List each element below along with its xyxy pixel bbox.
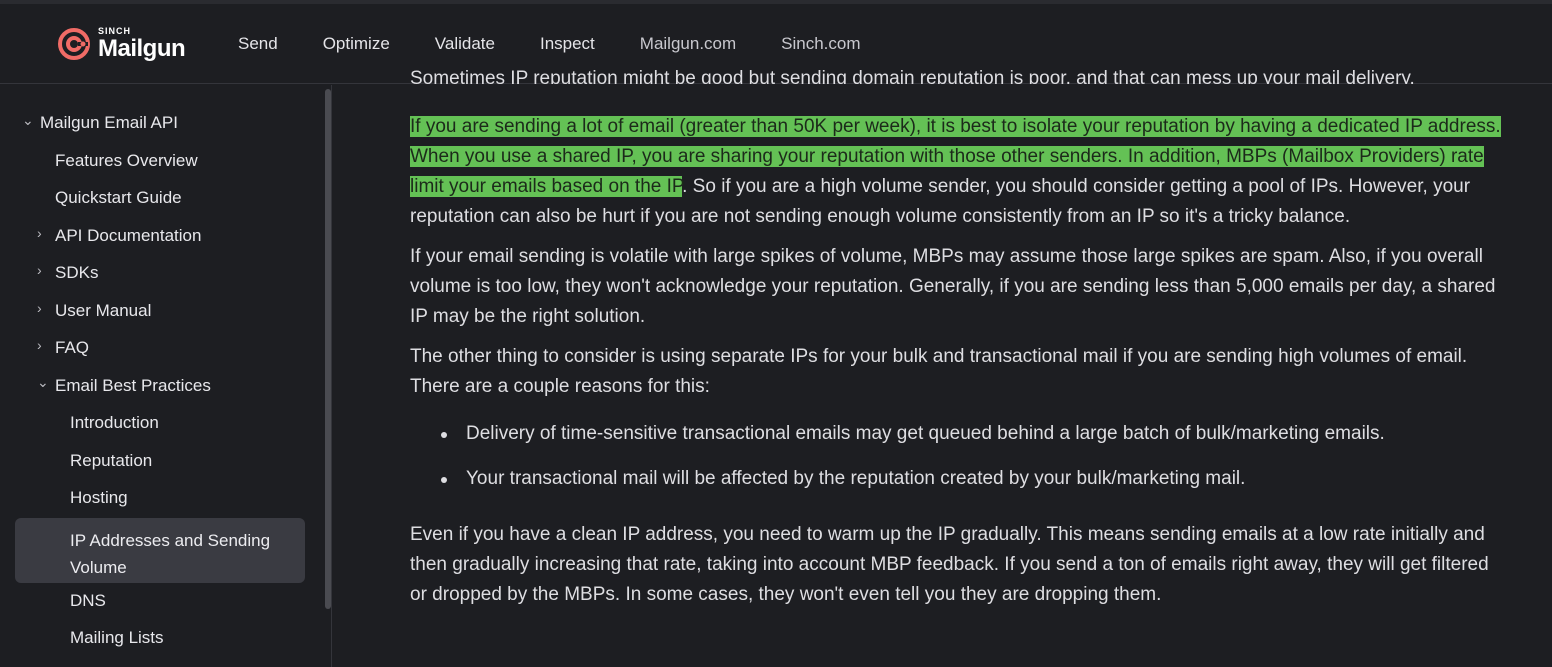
sidebar-item-introduction[interactable]: Introduction xyxy=(70,413,159,433)
nav-send[interactable]: Send xyxy=(238,34,278,54)
sidebar-item-hosting[interactable]: Hosting xyxy=(70,488,128,508)
paragraph-dedicated-ip: If you are sending a lot of email (great… xyxy=(410,112,1510,232)
mailgun-logo[interactable]: SINCH Mailgun xyxy=(56,24,186,64)
sidebar-item-reputation[interactable]: Reputation xyxy=(70,451,152,471)
list-item: Your transactional mail will be affected… xyxy=(441,464,1510,494)
nav-sinch-com[interactable]: Sinch.com xyxy=(781,34,860,54)
chevron-right-icon[interactable]: › xyxy=(37,337,42,353)
nav-inspect[interactable]: Inspect xyxy=(540,34,595,54)
paragraph-warm-up: Even if you have a clean IP address, you… xyxy=(410,524,1489,605)
chevron-right-icon[interactable]: › xyxy=(37,225,42,241)
chevron-right-icon[interactable]: › xyxy=(37,262,42,278)
sidebar-item-sdks[interactable]: SDKs xyxy=(55,263,98,283)
nav-mailgun-com[interactable]: Mailgun.com xyxy=(640,34,736,54)
nav-optimize[interactable]: Optimize xyxy=(323,34,390,54)
mailgun-logo-icon xyxy=(58,28,90,60)
chevron-down-icon[interactable]: ⌄ xyxy=(37,374,49,391)
sidebar-item-quickstart-guide[interactable]: Quickstart Guide xyxy=(55,188,182,208)
partial-paragraph-text: Sometimes IP reputation might be good bu… xyxy=(410,68,1415,84)
sidebar-item-dns[interactable]: DNS xyxy=(70,591,106,611)
sidebar-item-ip-addresses-label: IP Addresses and Sending Volume xyxy=(70,531,271,577)
window-top-strip xyxy=(0,0,1552,4)
chevron-right-icon[interactable]: › xyxy=(37,300,42,316)
sidebar-item-faq[interactable]: FAQ xyxy=(55,338,89,358)
partial-paragraph: Sometimes IP reputation might be good bu… xyxy=(410,64,1510,84)
reasons-list: Delivery of time-sensitive transactional… xyxy=(410,419,1510,494)
sidebar-item-mailing-lists[interactable]: Mailing Lists xyxy=(70,628,164,648)
docs-sidebar: ⌄ Mailgun Email API Features Overview Qu… xyxy=(0,85,332,667)
nav-validate[interactable]: Validate xyxy=(435,34,495,54)
main-nav: Send Optimize Validate Inspect Mailgun.c… xyxy=(238,34,906,54)
sidebar-item-email-best-practices[interactable]: Email Best Practices xyxy=(55,376,211,396)
sidebar-item-user-manual[interactable]: User Manual xyxy=(55,301,151,321)
paragraph-separate-ips: The other thing to consider is using sep… xyxy=(410,346,1468,397)
paragraph-volatile-sending: If your email sending is volatile with l… xyxy=(410,246,1496,327)
article-content: Sometimes IP reputation might be good bu… xyxy=(410,64,1510,610)
sidebar-scrollbar[interactable] xyxy=(325,89,331,609)
list-item: Delivery of time-sensitive transactional… xyxy=(441,419,1510,449)
sidebar-item-mailgun-email-api[interactable]: Mailgun Email API xyxy=(40,113,178,133)
chevron-down-icon[interactable]: ⌄ xyxy=(22,112,34,129)
sidebar-item-api-documentation[interactable]: API Documentation xyxy=(55,226,201,246)
sidebar-item-features-overview[interactable]: Features Overview xyxy=(55,151,198,171)
brand-name: Mailgun xyxy=(98,35,186,62)
sidebar-item-ip-addresses-active[interactable]: IP Addresses and Sending Volume xyxy=(15,518,305,583)
